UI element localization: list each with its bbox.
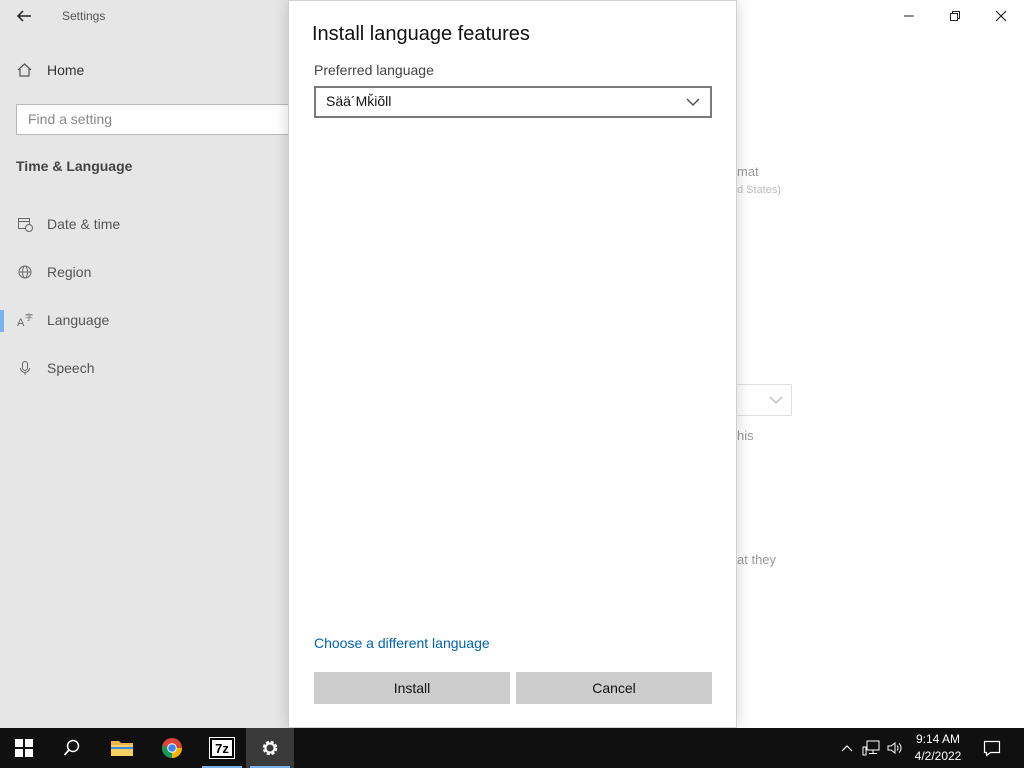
chrome-icon (162, 738, 182, 758)
back-arrow-icon (16, 10, 31, 22)
7zip-icon: 7z (209, 737, 235, 759)
install-language-dialog: Install language features Preferred lang… (288, 0, 737, 728)
minimize-button[interactable] (886, 0, 932, 32)
microphone-icon (16, 360, 33, 376)
file-explorer-button[interactable] (98, 728, 146, 768)
choose-different-language-link[interactable]: Choose a different language (314, 635, 490, 651)
chevron-down-icon (686, 92, 700, 115)
search-input[interactable]: Find a setting (16, 104, 296, 135)
sidebar: Settings Home Find a setting Time & Lang… (0, 0, 296, 728)
window-controls (886, 0, 1024, 32)
bg-text-fragment: d States) (737, 184, 782, 196)
system-clock[interactable]: 9:14 AM 4/2/2022 (906, 731, 970, 765)
search-button[interactable] (48, 728, 96, 768)
back-button[interactable] (14, 6, 34, 26)
preferred-language-dropdown[interactable]: Sää´Mǩiõll (314, 86, 712, 118)
volume-button[interactable] (884, 728, 906, 768)
sidebar-item-speech[interactable]: Speech (16, 360, 94, 376)
sidebar-item-label: Date & time (47, 216, 121, 232)
search-icon (63, 739, 80, 756)
sidebar-item-label: Speech (47, 360, 95, 376)
sidebar-item-date-time[interactable]: Date & time (16, 216, 120, 232)
language-icon: A字 (16, 312, 33, 328)
preferred-language-label: Preferred language (314, 62, 434, 78)
close-icon (995, 10, 1007, 22)
svg-text:字: 字 (25, 312, 33, 322)
show-hidden-icons-button[interactable] (836, 728, 858, 768)
svg-text:A: A (17, 317, 25, 328)
cancel-button[interactable]: Cancel (516, 672, 712, 704)
bg-dropdown[interactable] (736, 384, 792, 416)
network-button[interactable] (860, 728, 882, 768)
7zip-label: 7z (215, 740, 229, 756)
clock-time: 9:14 AM (915, 732, 961, 746)
settings-taskbar-button[interactable] (246, 728, 294, 768)
restore-button[interactable] (932, 0, 978, 32)
sidebar-item-label: Region (47, 264, 92, 280)
search-placeholder: Find a setting (28, 111, 113, 127)
nav-home[interactable]: Home (16, 62, 84, 78)
selected-indicator (0, 310, 4, 332)
chevron-down-icon (769, 396, 783, 404)
chrome-button[interactable] (148, 728, 196, 768)
bg-text-fragment: at they (737, 552, 777, 567)
network-icon (862, 740, 880, 756)
app-title: Settings (62, 9, 106, 23)
settings-icon (262, 740, 278, 756)
notification-icon (983, 740, 1001, 757)
nav-home-label: Home (47, 62, 85, 78)
action-center-button[interactable] (980, 728, 1004, 768)
taskbar: 7z 9:14 AM 4/2/2022 (0, 728, 1024, 768)
selected-language-value: Sää´Mǩiõll (326, 93, 392, 109)
chevron-up-icon (841, 745, 853, 752)
calendar-clock-icon (16, 216, 33, 232)
dialog-title: Install language features (312, 23, 530, 45)
section-title: Time & Language (16, 158, 133, 174)
clock-date: 4/2/2022 (914, 749, 962, 763)
start-icon (15, 739, 33, 757)
volume-icon (887, 742, 902, 754)
bg-text-fragment: his (737, 428, 754, 443)
file-explorer-icon (111, 741, 133, 756)
globe-icon (16, 264, 33, 280)
restore-icon (950, 11, 960, 21)
minimize-icon (904, 15, 914, 17)
home-icon (17, 63, 32, 77)
close-button[interactable] (978, 0, 1024, 32)
sidebar-item-region[interactable]: Region (16, 264, 91, 280)
7zip-button[interactable]: 7z (198, 728, 246, 768)
bg-text-fragment: mat (737, 164, 759, 179)
start-button[interactable] (0, 728, 48, 768)
install-button[interactable]: Install (314, 672, 510, 704)
sidebar-item-label: Language (47, 312, 110, 328)
sidebar-item-language[interactable]: A字 Language (16, 312, 110, 328)
